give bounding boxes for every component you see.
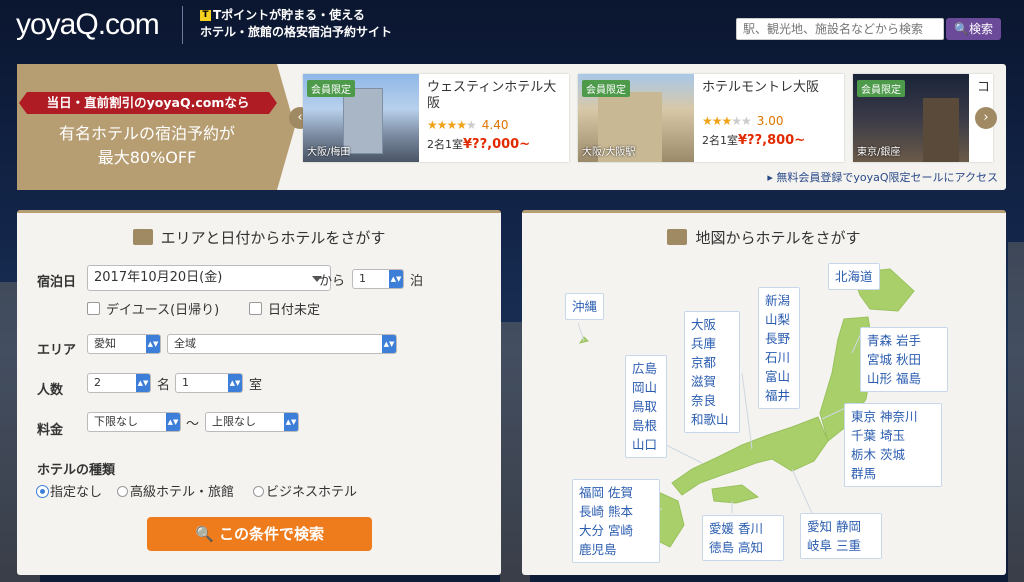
- tagline-line1: Tポイントが貯まる・使える: [213, 8, 365, 22]
- member-only-badge: 会員限定: [582, 80, 630, 97]
- checkin-date-select[interactable]: 2017年10月20日(金): [87, 265, 331, 291]
- area-date-search-panel: エリアと日付からホテルをさがす 宿泊日 2017年10月20日(金) から 1 ▲…: [17, 210, 501, 575]
- price-max-select[interactable]: 上限なし ▲▼: [205, 412, 299, 432]
- hotel-price: 2名1室¥??,000~: [427, 137, 531, 152]
- dayuse-checkbox[interactable]: デイユース(日帰り): [87, 299, 219, 318]
- hotel-card[interactable]: 会員限定 大阪/梅田 ウェスティンホテル大阪 ★★★★★ 4.40 2名1室¥??…: [303, 74, 569, 162]
- hotel-name: コ: [977, 80, 991, 95]
- star-rating-icon: ★★★★★: [702, 114, 752, 128]
- region-kanto[interactable]: 東京 神奈川 千葉 埼玉 栃木 茨城 群馬: [844, 403, 942, 487]
- hotel-price: 2名1室¥??,800~: [702, 133, 806, 148]
- region-shikoku[interactable]: 愛媛 香川 徳島 高知: [702, 515, 784, 561]
- promo-arrow-shape: [277, 64, 295, 190]
- people-select[interactable]: 2 ▲▼: [87, 373, 151, 393]
- tagline-line2: ホテル・旅館の格安宿泊予約サイト: [200, 25, 393, 39]
- header-divider: [182, 6, 183, 44]
- date-undecided-checkbox[interactable]: 日付未定: [249, 299, 320, 318]
- nights-select[interactable]: 1 ▲▼: [352, 269, 404, 289]
- type-radio-luxury[interactable]: 高級ホテル・旅館: [117, 481, 234, 500]
- hotel-photo: 会員限定 大阪/大阪駅: [578, 74, 694, 162]
- hotel-photo: 会員限定 東京/銀座: [853, 74, 969, 162]
- promo-line2: 最大80%OFF: [97, 148, 197, 167]
- promo-banner: 当日・直前割引のyoyaQ.comなら 有名ホテルの宿泊予約が 最大80%OFF…: [17, 64, 1006, 190]
- people-label: 人数: [37, 383, 64, 398]
- member-only-badge: 会員限定: [307, 80, 355, 97]
- price-min-select[interactable]: 下限なし ▲▼: [87, 412, 181, 432]
- city-select[interactable]: 全域 ▲▼: [167, 334, 397, 354]
- region-tohoku[interactable]: 青森 岩手 宮城 秋田 山形 福島: [860, 327, 948, 392]
- stepper-icon: ▲▼: [166, 413, 180, 431]
- region-okinawa[interactable]: 沖縄: [565, 293, 605, 320]
- rooms-select[interactable]: 1 ▲▼: [175, 373, 243, 393]
- hotel-card[interactable]: 会員限定 東京/銀座 コ: [853, 74, 993, 162]
- nights-unit: 泊: [410, 274, 424, 289]
- hotel-location: 東京/銀座: [857, 147, 901, 158]
- hotel-name: ウェスティンホテル大阪: [427, 80, 557, 111]
- stepper-icon: ▲▼: [382, 335, 396, 353]
- header-tagline: T Tポイントが貯まる・使える ホテル・旅館の格安宿泊予約サイト: [200, 7, 392, 41]
- from-label: から: [319, 274, 346, 289]
- search-icon: 🔍: [195, 525, 214, 543]
- keyword-search-button[interactable]: 🔍検索: [946, 18, 1001, 40]
- hotel-type-label: ホテルの種類: [37, 463, 116, 478]
- hotel-location: 大阪/大阪駅: [582, 147, 636, 158]
- map-search-panel: 地図からホテルをさがす 北海道 沖縄 青森 岩手 宮城 秋田 山形 福島 東京 …: [522, 210, 1006, 575]
- region-kyushu[interactable]: 福岡 佐賀 長崎 熊本 大分 宮崎 鹿児島: [572, 479, 660, 563]
- stay-date-label: 宿泊日: [37, 275, 77, 290]
- region-chugoku[interactable]: 広島 岡山 鳥取 島根 山口: [625, 355, 667, 458]
- hotel-card[interactable]: 会員限定 大阪/大阪駅 ホテルモントレ大阪 ★★★★★ 3.00 2名1室¥??,…: [578, 74, 844, 162]
- region-kansai[interactable]: 大阪 兵庫 京都 滋賀 奈良 和歌山: [684, 311, 740, 433]
- hotel-location: 大阪/梅田: [307, 147, 351, 158]
- star-rating-icon: ★★★★★: [427, 118, 477, 132]
- people-unit: 名: [157, 378, 171, 393]
- area-label: エリア: [37, 343, 77, 358]
- stepper-icon: ▲▼: [136, 374, 150, 392]
- hotel-name: ホテルモントレ大阪: [702, 80, 820, 95]
- stepper-icon: ▲▼: [228, 374, 242, 392]
- rooms-unit: 室: [249, 378, 263, 393]
- search-submit-button[interactable]: 🔍 この条件で検索: [147, 517, 372, 551]
- region-tokai[interactable]: 愛知 静岡 岐阜 三重: [800, 513, 882, 559]
- carousel-next-button[interactable]: ›: [975, 107, 997, 129]
- map-shikoku[interactable]: [711, 484, 760, 504]
- stepper-icon: ▲▼: [284, 413, 298, 431]
- search-icon: 🔍: [954, 22, 969, 36]
- region-hokkaido[interactable]: 北海道: [828, 263, 880, 290]
- promo-panel[interactable]: 当日・直前割引のyoyaQ.comなら 有名ホテルの宿泊予約が 最大80%OFF: [17, 64, 277, 190]
- price-label: 料金: [37, 423, 64, 438]
- hotel-rating: ★★★★★ 3.00: [702, 114, 784, 128]
- stepper-icon: ▲▼: [146, 335, 160, 353]
- type-radio-none[interactable]: 指定なし: [37, 481, 102, 500]
- t-point-icon: T: [200, 10, 211, 21]
- price-range-separator: 〜: [186, 417, 200, 432]
- member-only-badge: 会員限定: [857, 80, 905, 97]
- region-chubu[interactable]: 新潟 山梨 長野 石川 富山 福井: [758, 287, 800, 409]
- type-radio-business[interactable]: ビジネスホテル: [253, 481, 357, 500]
- calendar-icon: [132, 229, 153, 245]
- site-logo[interactable]: yoyaQ.com: [16, 8, 160, 42]
- member-signup-link[interactable]: ▸ 無料会員登録でyoyaQ限定セールにアクセス: [767, 169, 998, 185]
- stepper-icon: ▲▼: [389, 270, 403, 288]
- promo-ribbon: 当日・直前割引のyoyaQ.comなら: [19, 92, 277, 114]
- panel-title: エリアと日付からホテルをさがす: [17, 227, 501, 248]
- prefecture-select[interactable]: 愛知 ▲▼: [87, 334, 161, 354]
- keyword-search-input[interactable]: [736, 18, 944, 40]
- promo-line1: 有名ホテルの宿泊予約が: [58, 124, 235, 143]
- hotel-rating: ★★★★★ 4.40: [427, 118, 509, 132]
- hotel-photo: 会員限定 大阪/梅田: [303, 74, 419, 162]
